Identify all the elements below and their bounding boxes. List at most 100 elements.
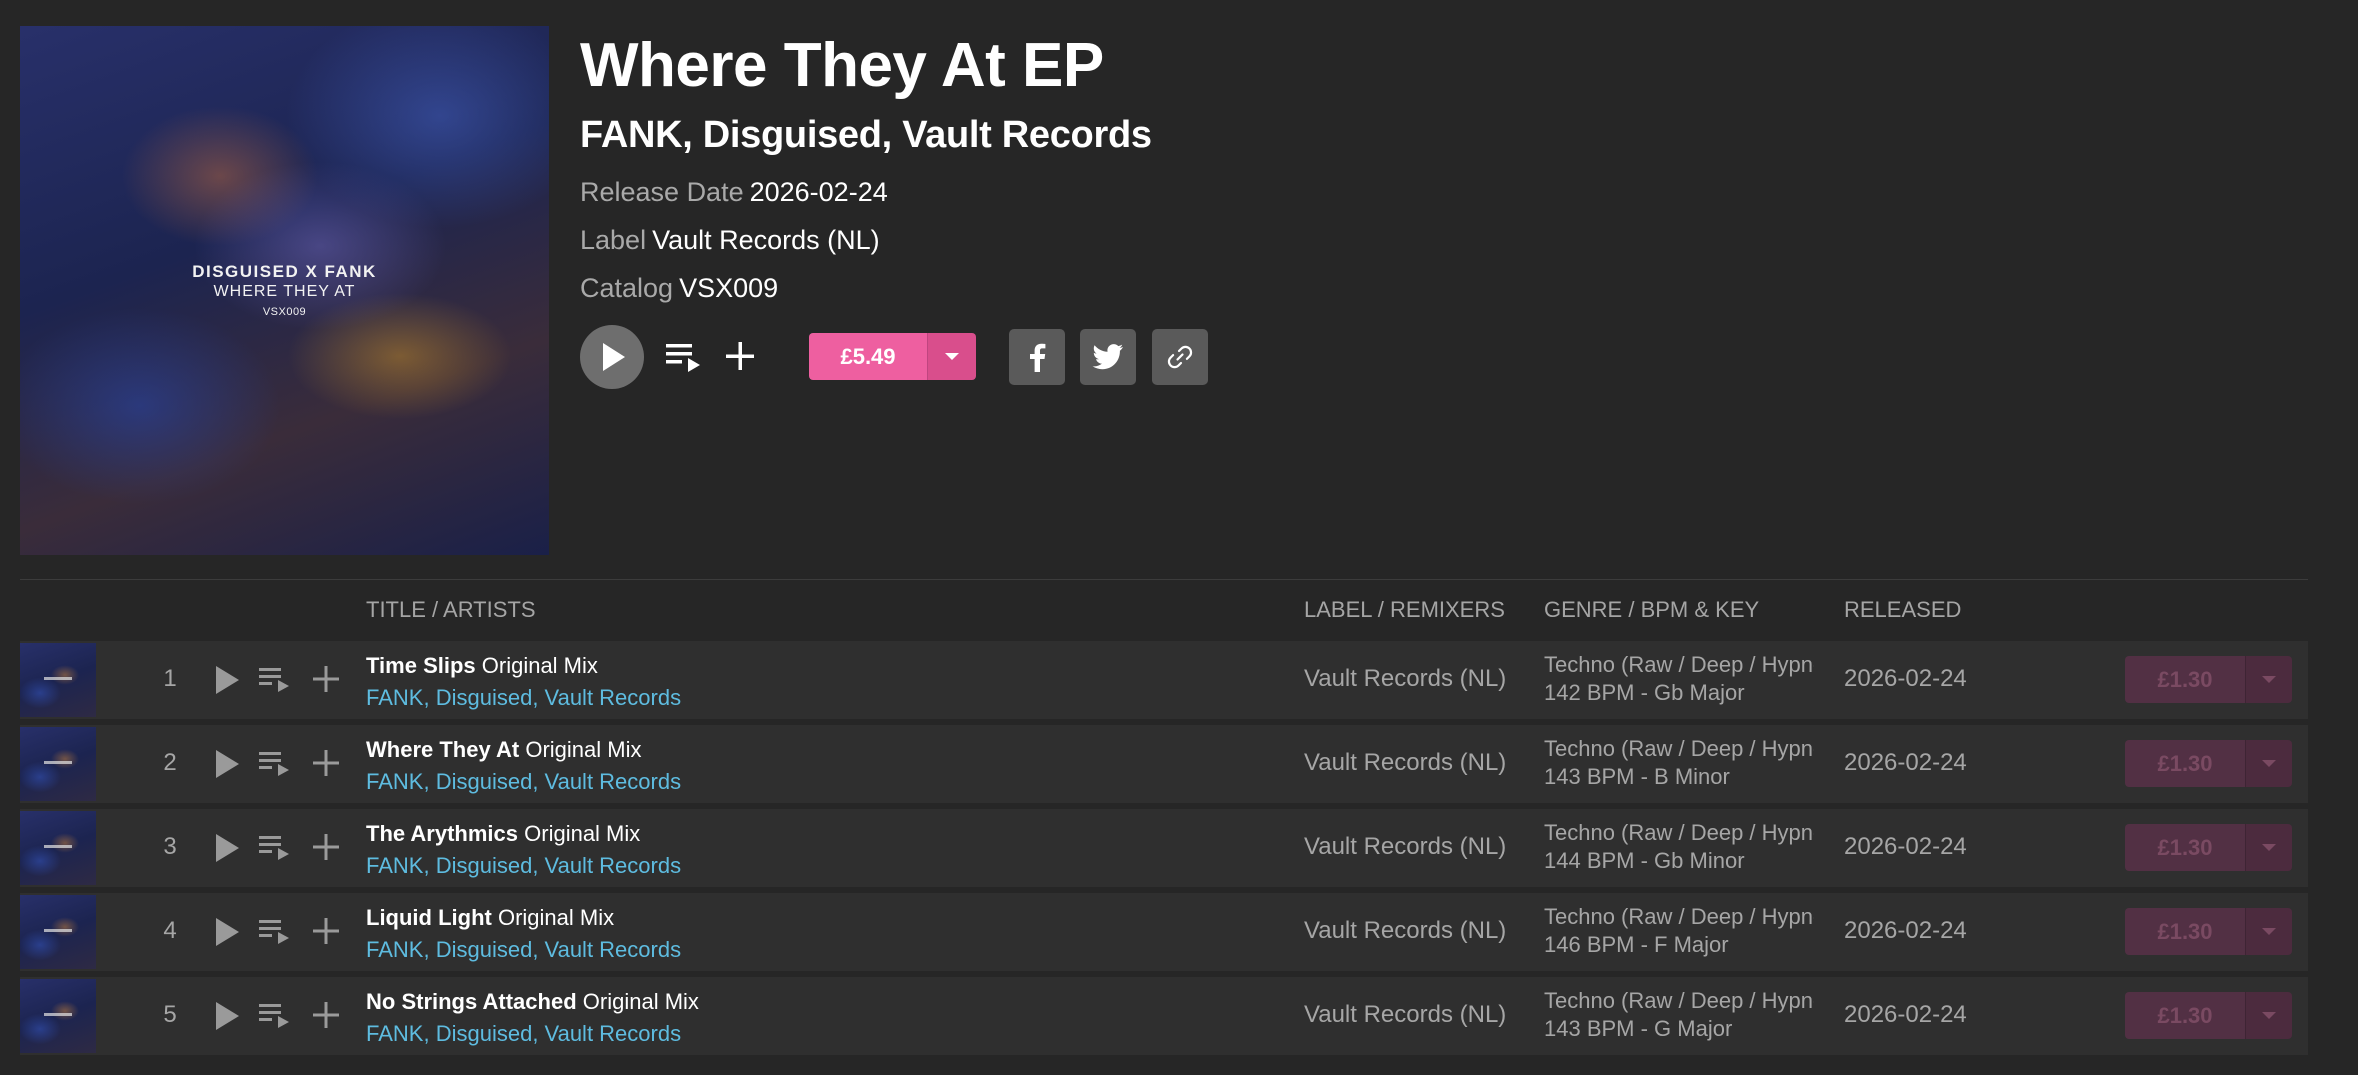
track-artwork[interactable] xyxy=(20,643,96,717)
add-track-to-playlist-button[interactable] xyxy=(310,915,342,947)
play-track-button[interactable] xyxy=(212,999,242,1033)
track-label[interactable]: Vault Records (NL) xyxy=(1304,1001,1506,1029)
release-artist-link[interactable]: FANK xyxy=(580,114,683,156)
track-title[interactable]: The Arythmics Original Mix xyxy=(366,821,640,847)
track-row[interactable]: 4 Liquid Light Original Mix FANK, Disgui… xyxy=(20,893,2308,971)
track-artist-link[interactable]: Vault Records xyxy=(545,769,682,794)
track-label[interactable]: Vault Records (NL) xyxy=(1304,833,1506,861)
track-artist-link[interactable]: Disguised xyxy=(436,685,533,710)
play-track-button[interactable] xyxy=(212,831,242,865)
add-track-to-queue-button[interactable] xyxy=(258,747,292,781)
track-title[interactable]: Liquid Light Original Mix xyxy=(366,905,614,931)
track-buy-dropdown[interactable] xyxy=(2245,740,2292,787)
play-icon xyxy=(216,1002,239,1030)
release-catalog-value: VSX009 xyxy=(679,273,779,303)
add-track-to-queue-button[interactable] xyxy=(258,999,292,1033)
copy-link-button[interactable] xyxy=(1152,329,1208,385)
share-facebook-button[interactable] xyxy=(1009,329,1065,385)
track-artist-link[interactable]: Vault Records xyxy=(545,853,682,878)
play-track-button[interactable] xyxy=(212,663,242,697)
track-row[interactable]: 1 Time Slips Original Mix FANK, Disguise… xyxy=(20,641,2308,719)
track-bpm-key: 146 BPM - F Major xyxy=(1544,932,1729,957)
release-artist-link[interactable]: Vault Records xyxy=(902,114,1152,156)
track-genre[interactable]: Techno (Raw / Deep / Hypnotic) xyxy=(1544,903,1814,931)
section-divider xyxy=(20,579,2308,580)
chevron-down-icon xyxy=(2262,1011,2276,1019)
track-release-date: 2026-02-24 xyxy=(1844,917,1967,944)
track-artist-link[interactable]: FANK xyxy=(366,853,423,878)
add-track-to-queue-button[interactable] xyxy=(258,663,292,697)
track-price[interactable]: £1.30 xyxy=(2125,824,2245,871)
track-artist-link[interactable]: FANK xyxy=(366,1021,423,1046)
track-row[interactable]: 3 The Arythmics Original Mix FANK, Disgu… xyxy=(20,809,2308,887)
track-buy-button[interactable]: £1.30 xyxy=(2125,992,2292,1039)
track-buy-dropdown[interactable] xyxy=(2245,656,2292,703)
release-price[interactable]: £5.49 xyxy=(809,333,927,380)
track-artist-link[interactable]: FANK xyxy=(366,685,423,710)
track-buy-dropdown[interactable] xyxy=(2245,824,2292,871)
track-genre[interactable]: Techno (Raw / Deep / Hypnotic) xyxy=(1544,651,1814,679)
play-release-button[interactable] xyxy=(580,325,644,389)
add-track-to-queue-button[interactable] xyxy=(258,831,292,865)
add-release-to-playlist-button[interactable] xyxy=(722,338,758,374)
header-title-artists[interactable]: TITLE / ARTISTS xyxy=(366,597,536,623)
add-track-to-queue-button[interactable] xyxy=(258,915,292,949)
track-artist-link[interactable]: Disguised xyxy=(436,853,533,878)
add-track-to-playlist-button[interactable] xyxy=(310,999,342,1031)
cover-title-text: WHERE THEY AT xyxy=(213,283,356,300)
chevron-down-icon xyxy=(2262,759,2276,767)
release-buy-button[interactable]: £5.49 xyxy=(809,333,976,380)
track-artwork[interactable] xyxy=(20,727,96,801)
track-artist-link[interactable]: Disguised xyxy=(436,769,533,794)
share-twitter-button[interactable] xyxy=(1080,329,1136,385)
track-genre[interactable]: Techno (Raw / Deep / Hypnotic) xyxy=(1544,735,1814,763)
add-to-queue-icon xyxy=(259,668,289,692)
release-label-link[interactable]: Vault Records (NL) xyxy=(652,225,880,255)
release-artist-link[interactable]: Disguised xyxy=(703,114,882,156)
track-buy-dropdown[interactable] xyxy=(2245,992,2292,1039)
track-release-date: 2026-02-24 xyxy=(1844,749,1967,776)
track-row[interactable]: 2 Where They At Original Mix FANK, Disgu… xyxy=(20,725,2308,803)
track-artist-link[interactable]: Disguised xyxy=(436,1021,533,1046)
track-buy-dropdown[interactable] xyxy=(2245,908,2292,955)
header-label-remixers[interactable]: LABEL / REMIXERS xyxy=(1304,597,1505,623)
track-genre-bpm-key: Techno (Raw / Deep / Hypnotic) 144 BPM -… xyxy=(1544,819,1814,875)
track-artist-link[interactable]: Vault Records xyxy=(545,685,682,710)
header-released[interactable]: RELEASED xyxy=(1844,597,1961,623)
track-label[interactable]: Vault Records (NL) xyxy=(1304,749,1506,777)
track-artwork[interactable] xyxy=(20,895,96,969)
track-artist-link[interactable]: Disguised xyxy=(436,937,533,962)
play-track-button[interactable] xyxy=(212,915,242,949)
track-title[interactable]: Time Slips Original Mix xyxy=(366,653,598,679)
track-artist-link[interactable]: Vault Records xyxy=(545,937,682,962)
track-genre[interactable]: Techno (Raw / Deep / Hypnotic) xyxy=(1544,987,1814,1015)
track-buy-button[interactable]: £1.30 xyxy=(2125,908,2292,955)
track-price[interactable]: £1.30 xyxy=(2125,908,2245,955)
add-track-to-playlist-button[interactable] xyxy=(310,747,342,779)
track-title[interactable]: No Strings Attached Original Mix xyxy=(366,989,699,1015)
add-track-to-playlist-button[interactable] xyxy=(310,831,342,863)
track-artist-link[interactable]: Vault Records xyxy=(545,1021,682,1046)
release-buy-dropdown[interactable] xyxy=(927,333,976,380)
add-track-to-playlist-button[interactable] xyxy=(310,663,342,695)
track-label[interactable]: Vault Records (NL) xyxy=(1304,917,1506,945)
track-label[interactable]: Vault Records (NL) xyxy=(1304,665,1506,693)
track-price[interactable]: £1.30 xyxy=(2125,992,2245,1039)
track-title[interactable]: Where They At Original Mix xyxy=(366,737,641,763)
add-release-to-queue-button[interactable] xyxy=(664,338,704,376)
track-price[interactable]: £1.30 xyxy=(2125,656,2245,703)
track-bpm-key: 143 BPM - G Major xyxy=(1544,1016,1733,1041)
track-artist-link[interactable]: FANK xyxy=(366,937,423,962)
track-artwork[interactable] xyxy=(20,979,96,1053)
track-row[interactable]: 5 No Strings Attached Original Mix FANK,… xyxy=(20,977,2308,1055)
track-artist-link[interactable]: FANK xyxy=(366,769,423,794)
track-buy-button[interactable]: £1.30 xyxy=(2125,740,2292,787)
track-artists: FANK, Disguised, Vault Records xyxy=(366,853,682,878)
track-buy-button[interactable]: £1.30 xyxy=(2125,656,2292,703)
track-buy-button[interactable]: £1.30 xyxy=(2125,824,2292,871)
track-artwork[interactable] xyxy=(20,811,96,885)
play-track-button[interactable] xyxy=(212,747,242,781)
track-price[interactable]: £1.30 xyxy=(2125,740,2245,787)
track-genre[interactable]: Techno (Raw / Deep / Hypnotic) xyxy=(1544,819,1814,847)
header-genre-bpm-key[interactable]: GENRE / BPM & KEY xyxy=(1544,597,1759,623)
